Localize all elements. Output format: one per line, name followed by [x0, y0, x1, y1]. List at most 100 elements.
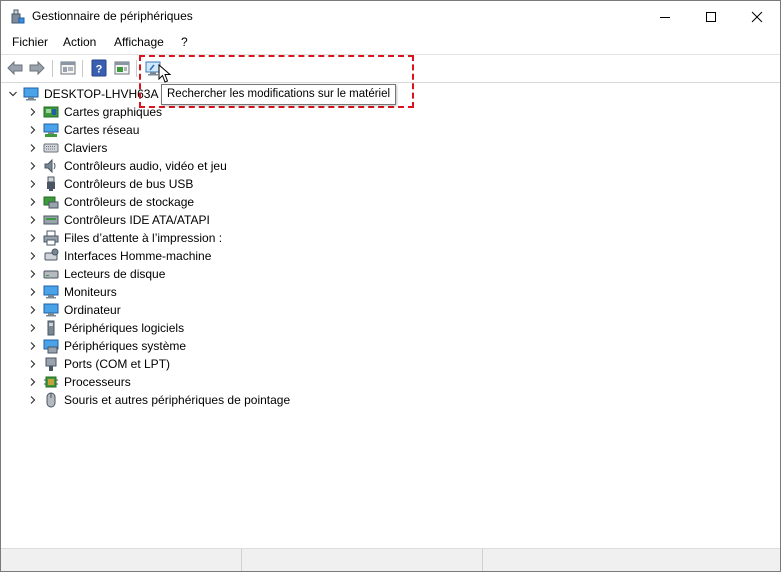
- maximize-icon: [706, 11, 716, 22]
- menu-affichage[interactable]: Affichage: [114, 35, 164, 49]
- status-cell: [1, 549, 242, 571]
- printer-icon: [43, 230, 59, 246]
- expand-toggle[interactable]: [28, 391, 38, 409]
- tree-category-item[interactable]: Contrôleurs de bus USB: [28, 175, 193, 193]
- properties-button[interactable]: [59, 59, 77, 77]
- window-title: Gestionnaire de périphériques: [32, 9, 193, 23]
- chevron-right-icon: [30, 360, 36, 368]
- chevron-right-icon: [30, 396, 36, 404]
- forward-button[interactable]: [28, 59, 46, 77]
- port-icon: [43, 356, 59, 372]
- tree-category-label: Souris et autres périphériques de pointa…: [64, 393, 291, 407]
- expand-toggle[interactable]: [8, 85, 18, 103]
- menu-bar: Fichier Action Affichage ?: [1, 32, 780, 53]
- status-cell: [242, 549, 483, 571]
- tree-category-label: Ports (COM et LPT): [64, 357, 171, 371]
- tree-category-label: Contrôleurs de bus USB: [64, 177, 194, 191]
- maximize-button[interactable]: [688, 1, 734, 32]
- software-device-icon: [43, 320, 59, 336]
- mouse-cursor-icon: [158, 63, 172, 84]
- storage-controller-icon: [43, 194, 59, 210]
- expand-toggle[interactable]: [28, 373, 38, 391]
- chevron-right-icon: [30, 108, 36, 116]
- chevron-right-icon: [30, 216, 36, 224]
- status-cell: [483, 549, 780, 571]
- scan-hardware-tooltip: Rechercher les modifications sur le maté…: [161, 84, 397, 105]
- help-button[interactable]: ?: [90, 59, 108, 77]
- expand-toggle[interactable]: [28, 301, 38, 319]
- expand-toggle[interactable]: [28, 229, 38, 247]
- disk-drive-icon: [43, 266, 59, 282]
- hid-icon: [43, 248, 59, 264]
- expand-toggle[interactable]: [28, 337, 38, 355]
- computer-icon: [23, 86, 39, 102]
- expand-toggle[interactable]: [28, 175, 38, 193]
- chevron-right-icon: [30, 270, 36, 278]
- tree-category-item[interactable]: Lecteurs de disque: [28, 265, 165, 283]
- expand-toggle[interactable]: [28, 139, 38, 157]
- chevron-right-icon: [30, 180, 36, 188]
- tree-category-item[interactable]: Contrôleurs de stockage: [28, 193, 194, 211]
- minimize-button[interactable]: [642, 1, 688, 32]
- tree-category-item[interactable]: Contrôleurs IDE ATA/ATAPI: [28, 211, 210, 229]
- menu-fichier[interactable]: Fichier: [12, 35, 48, 49]
- expand-toggle[interactable]: [28, 121, 38, 139]
- menu-help[interactable]: ?: [181, 35, 188, 49]
- tree-category-item[interactable]: Périphériques système: [28, 337, 186, 355]
- properties-icon: [60, 61, 76, 75]
- tree-category-item[interactable]: Files d’attente à l’impression :: [28, 229, 222, 247]
- expand-toggle[interactable]: [28, 283, 38, 301]
- expand-toggle[interactable]: [28, 157, 38, 175]
- tree-root-item[interactable]: DESKTOP-LHVH63A: [8, 85, 159, 103]
- menu-action[interactable]: Action: [63, 35, 96, 49]
- keyboard-icon: [43, 140, 59, 156]
- monitor-icon: [43, 284, 59, 300]
- speaker-icon: [43, 158, 59, 174]
- back-button[interactable]: [6, 59, 24, 77]
- tree-category-item[interactable]: Ports (COM et LPT): [28, 355, 170, 373]
- svg-text:?: ?: [96, 64, 103, 76]
- update-driver-button[interactable]: [113, 59, 131, 77]
- close-button[interactable]: [734, 1, 780, 32]
- expand-toggle[interactable]: [28, 355, 38, 373]
- display-adapter-icon: [43, 104, 59, 120]
- device-manager-app-icon: [10, 9, 26, 25]
- expand-toggle[interactable]: [28, 193, 38, 211]
- chevron-right-icon: [30, 198, 36, 206]
- tree-category-item[interactable]: Contrôleurs audio, vidéo et jeu: [28, 157, 227, 175]
- tree-category-item[interactable]: Ordinateur: [28, 301, 121, 319]
- toolbar-separator: [136, 60, 137, 77]
- tree-category-label: Interfaces Homme-machine: [64, 249, 212, 263]
- tree-category-item[interactable]: Souris et autres périphériques de pointa…: [28, 391, 290, 409]
- expand-toggle[interactable]: [28, 265, 38, 283]
- title-bar[interactable]: Gestionnaire de périphériques: [1, 1, 780, 32]
- tree-category-label: Périphériques logiciels: [64, 321, 185, 335]
- network-adapter-icon: [43, 122, 59, 138]
- forward-arrow-icon: [29, 60, 45, 76]
- tree-category-label: Files d’attente à l’impression :: [64, 231, 223, 245]
- tree-category-item[interactable]: Cartes réseau: [28, 121, 139, 139]
- usb-icon: [43, 176, 59, 192]
- tree-category-item[interactable]: Interfaces Homme-machine: [28, 247, 211, 265]
- chevron-down-icon: [9, 91, 17, 97]
- tree-category-label: Processeurs: [64, 375, 131, 389]
- expand-toggle[interactable]: [28, 247, 38, 265]
- tree-category-item[interactable]: Processeurs: [28, 373, 131, 391]
- tree-category-item[interactable]: Claviers: [28, 139, 107, 157]
- tree-category-item[interactable]: Périphériques logiciels: [28, 319, 184, 337]
- toolbar-separator: [52, 60, 53, 77]
- mouse-icon: [43, 392, 59, 408]
- chevron-right-icon: [30, 342, 36, 350]
- toolbar-separator: [82, 60, 83, 77]
- device-manager-window: Gestionnaire de périphériques Fichier Ac…: [0, 0, 781, 572]
- help-icon: ?: [91, 59, 107, 77]
- tree-category-item[interactable]: Moniteurs: [28, 283, 117, 301]
- expand-toggle[interactable]: [28, 103, 38, 121]
- tree-category-label: Contrôleurs audio, vidéo et jeu: [64, 159, 227, 173]
- chevron-right-icon: [30, 324, 36, 332]
- minimize-icon: [660, 16, 670, 18]
- update-driver-icon: [114, 61, 130, 75]
- expand-toggle[interactable]: [28, 211, 38, 229]
- expand-toggle[interactable]: [28, 319, 38, 337]
- tree-category-label: Contrôleurs IDE ATA/ATAPI: [64, 213, 210, 227]
